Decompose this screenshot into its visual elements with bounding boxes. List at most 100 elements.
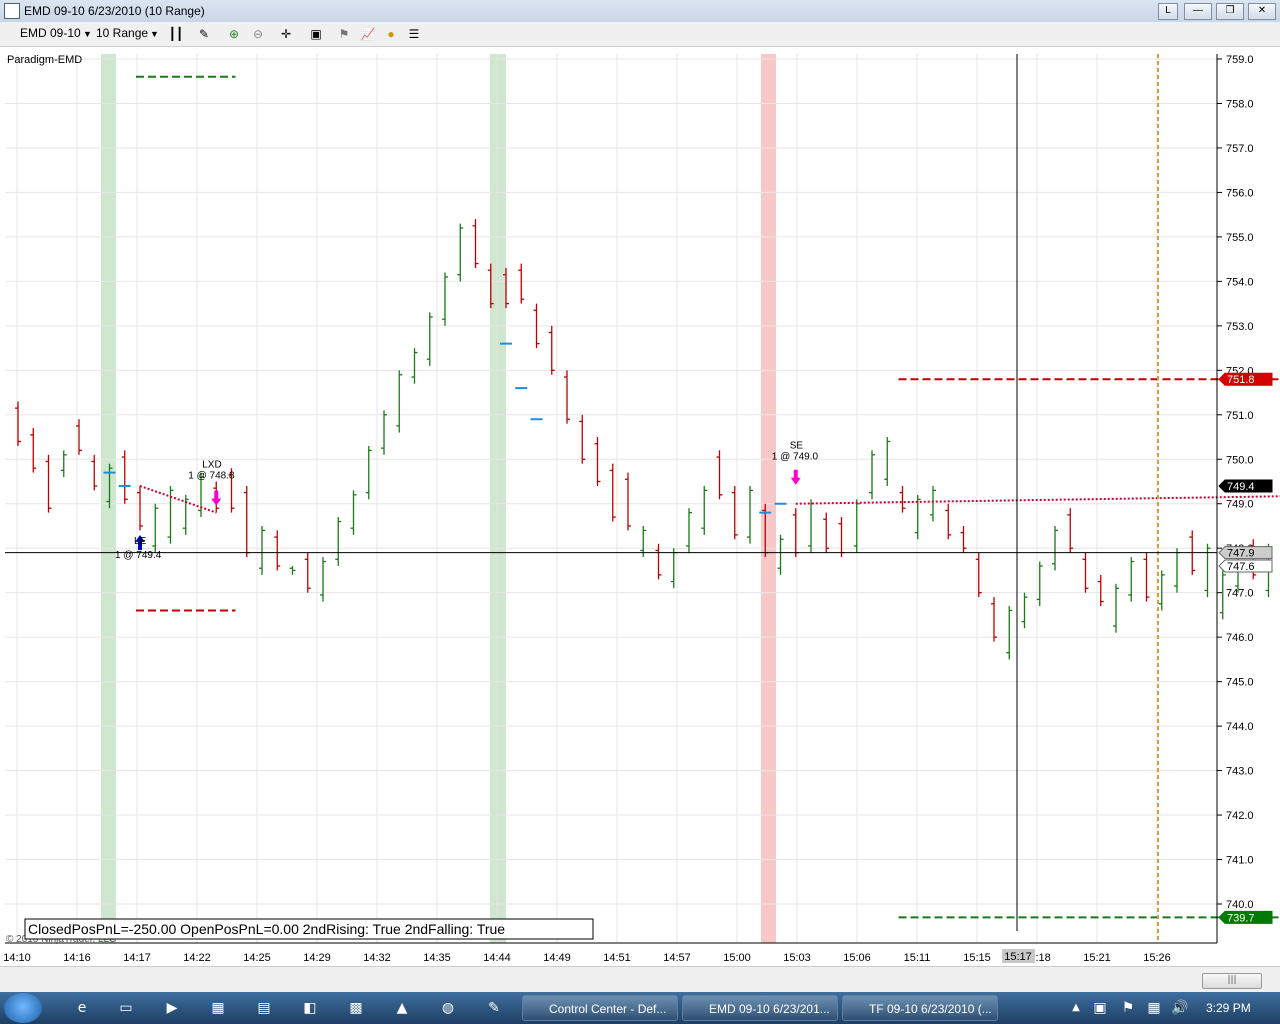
app-icon-2[interactable]: ▤ bbox=[254, 998, 274, 1018]
x-tick-label: 15:21 bbox=[1083, 952, 1111, 964]
crosshair-icon[interactable]: ✛ bbox=[278, 26, 294, 42]
data-box-icon[interactable]: ☰ bbox=[406, 26, 422, 42]
taskbar-tf-chart[interactable]: TF 09-10 6/23/2010 (... bbox=[842, 995, 998, 1021]
app-icon-6[interactable]: ✎ bbox=[484, 998, 504, 1018]
x-tick-label: 14:29 bbox=[303, 952, 331, 964]
x-tick-label: 14:32 bbox=[363, 952, 391, 964]
y-tick-label: 746.0 bbox=[1226, 632, 1254, 644]
price-badge-label: 749.4 bbox=[1227, 481, 1255, 493]
draw-pencil-icon[interactable]: ✎ bbox=[196, 26, 212, 42]
scrollbar-thumb[interactable]: ||| bbox=[1202, 973, 1262, 989]
zoom-out-icon[interactable]: ⊖ bbox=[250, 26, 266, 42]
indicator-label: Paradigm-EMD bbox=[7, 54, 82, 66]
chevron-down-icon[interactable]: ▼ bbox=[150, 29, 159, 39]
indicators-icon[interactable]: 📈 bbox=[360, 26, 376, 42]
volume-icon[interactable]: 🔊 bbox=[1170, 998, 1190, 1018]
market-data-icon[interactable]: ● bbox=[383, 26, 399, 42]
show-hidden-icons[interactable]: ▲ bbox=[1066, 998, 1086, 1018]
window-title: EMD 09-10 6/23/2010 (10 Range) bbox=[24, 4, 205, 18]
y-tick-label: 759.0 bbox=[1226, 54, 1254, 66]
x-tick-label: 15:11 bbox=[904, 952, 931, 964]
app-icon-5[interactable]: ◍ bbox=[438, 998, 458, 1018]
y-tick-label: 753.0 bbox=[1226, 321, 1254, 333]
bar-style-icon[interactable]: ┃┃ bbox=[168, 26, 184, 42]
dashed-levels bbox=[136, 75, 1280, 919]
link-button[interactable]: L bbox=[1158, 3, 1178, 20]
ohlc-bars bbox=[15, 219, 1272, 660]
close-button[interactable]: ✕ bbox=[1248, 3, 1276, 20]
trade-label-name: SE bbox=[790, 441, 804, 452]
chart-axes: 14:10 14:16 14:17 14:22 14:25 14:29 14:32 14:35… bbox=[3, 54, 1273, 964]
app-icon-3[interactable]: ◧ bbox=[300, 998, 320, 1018]
maximize-button[interactable]: ❐ bbox=[1216, 3, 1244, 20]
trade-connector-long bbox=[139, 485, 217, 514]
y-tick-label: 758.0 bbox=[1226, 98, 1254, 110]
taskbar-control-center[interactable]: Control Center - Def... bbox=[522, 995, 678, 1021]
network-icon[interactable]: ▦ bbox=[1144, 998, 1164, 1018]
x-tick-label: 14:17 bbox=[123, 952, 151, 964]
taskbar-emd-chart[interactable]: EMD 09-10 6/23/201... bbox=[682, 995, 838, 1021]
y-tick-label: 747.0 bbox=[1226, 588, 1254, 600]
x-tick-label: 14:49 bbox=[543, 952, 571, 964]
y-tick-label: 744.0 bbox=[1226, 721, 1254, 733]
action-center-icon[interactable]: ⚑ bbox=[1118, 998, 1138, 1018]
x-tick-label: 14:16 bbox=[63, 952, 91, 964]
file-explorer-icon[interactable]: ▭ bbox=[116, 998, 136, 1018]
trade-label-price: 1 @ 748.8 bbox=[188, 471, 235, 482]
app-icon-4[interactable]: ▩ bbox=[346, 998, 366, 1018]
properties-icon[interactable]: ▣ bbox=[308, 26, 324, 42]
trade-label-price: 1 @ 749.4 bbox=[115, 550, 162, 561]
start-button[interactable] bbox=[4, 993, 42, 1023]
x-tick-label: 14:25 bbox=[243, 952, 271, 964]
media-player-icon[interactable]: ▶ bbox=[162, 998, 182, 1018]
price-badge-label: 751.8 bbox=[1227, 374, 1255, 386]
price-chart[interactable]: LE1 @ 749.4LXD1 @ 748.8SE1 @ 749.0SXD1 @… bbox=[0, 46, 1280, 966]
zoom-in-icon[interactable]: ⊕ bbox=[226, 26, 242, 42]
chevron-down-icon[interactable]: ▼ bbox=[83, 29, 92, 39]
x-tick-label: 15:26 bbox=[1143, 952, 1171, 964]
instrument-selector[interactable]: EMD 09-10 bbox=[20, 26, 81, 40]
green-highlight-band bbox=[101, 54, 116, 943]
y-tick-label: 741.0 bbox=[1226, 855, 1254, 867]
crosshair-time-label: 15:17 bbox=[1004, 951, 1032, 963]
x-tick-label: 15:00 bbox=[723, 952, 751, 964]
price-badge-label: 747.9 bbox=[1227, 548, 1255, 560]
x-tick-label: 14:57 bbox=[663, 952, 691, 964]
chart-toolbar: EMD 09-10 ▼ 10 Range ▼ ┃┃ ✎ ⊕ ⊖ ✛ ▣ ⚑ 📈 … bbox=[0, 22, 1280, 47]
trade-label-name: LXD bbox=[202, 460, 221, 471]
minimize-button[interactable]: — bbox=[1184, 3, 1212, 20]
red-highlight-band bbox=[761, 54, 776, 943]
y-tick-label: 742.0 bbox=[1226, 810, 1254, 822]
chart-app-icon bbox=[4, 3, 20, 19]
taskbar-clock[interactable]: 3:29 PM bbox=[1206, 1001, 1251, 1015]
x-tick-label: 14:51 bbox=[603, 952, 631, 964]
x-tick-label: 15:15 bbox=[963, 952, 991, 964]
y-tick-label: 754.0 bbox=[1226, 276, 1254, 288]
pnl-text: ClosedPosPnL=-250.00 OpenPosPnL=0.00 2nd… bbox=[28, 921, 505, 937]
internet-explorer-icon[interactable]: e bbox=[72, 998, 92, 1018]
y-tick-label: 749.0 bbox=[1226, 499, 1254, 511]
stop-ticks bbox=[103, 342, 787, 514]
chart-grid bbox=[5, 54, 1217, 943]
crosshair: 15:17 bbox=[5, 54, 1217, 963]
period-selector[interactable]: 10 Range bbox=[96, 26, 148, 40]
window-title-bar: EMD 09-10 6/23/2010 (10 Range) L — ❐ ✕ bbox=[0, 0, 1280, 23]
highlight-bands bbox=[101, 54, 776, 943]
tray-icon-1[interactable]: ▣ bbox=[1090, 998, 1110, 1018]
app-icon-1[interactable]: ▦ bbox=[208, 998, 228, 1018]
strategy-icon[interactable]: ⚑ bbox=[336, 26, 352, 42]
x-tick-label: 14:44 bbox=[483, 952, 511, 964]
y-tick-label: 757.0 bbox=[1226, 143, 1254, 155]
trade-connector-short bbox=[795, 495, 1280, 505]
y-tick-label: 740.0 bbox=[1226, 899, 1254, 911]
price-badge-label: 747.6 bbox=[1227, 561, 1255, 573]
green-highlight-band bbox=[490, 54, 506, 943]
vlc-icon[interactable]: ▲ bbox=[392, 998, 412, 1018]
chart-scrollbar[interactable]: ||| bbox=[0, 966, 1280, 993]
x-tick-label: 15:06 bbox=[843, 952, 871, 964]
price-chart-svg[interactable]: LE1 @ 749.4LXD1 @ 748.8SE1 @ 749.0SXD1 @… bbox=[0, 46, 1280, 966]
y-tick-label: 755.0 bbox=[1226, 232, 1254, 244]
y-tick-label: 756.0 bbox=[1226, 187, 1254, 199]
y-tick-label: 751.0 bbox=[1226, 410, 1254, 422]
x-tick-label: 14:22 bbox=[183, 952, 211, 964]
